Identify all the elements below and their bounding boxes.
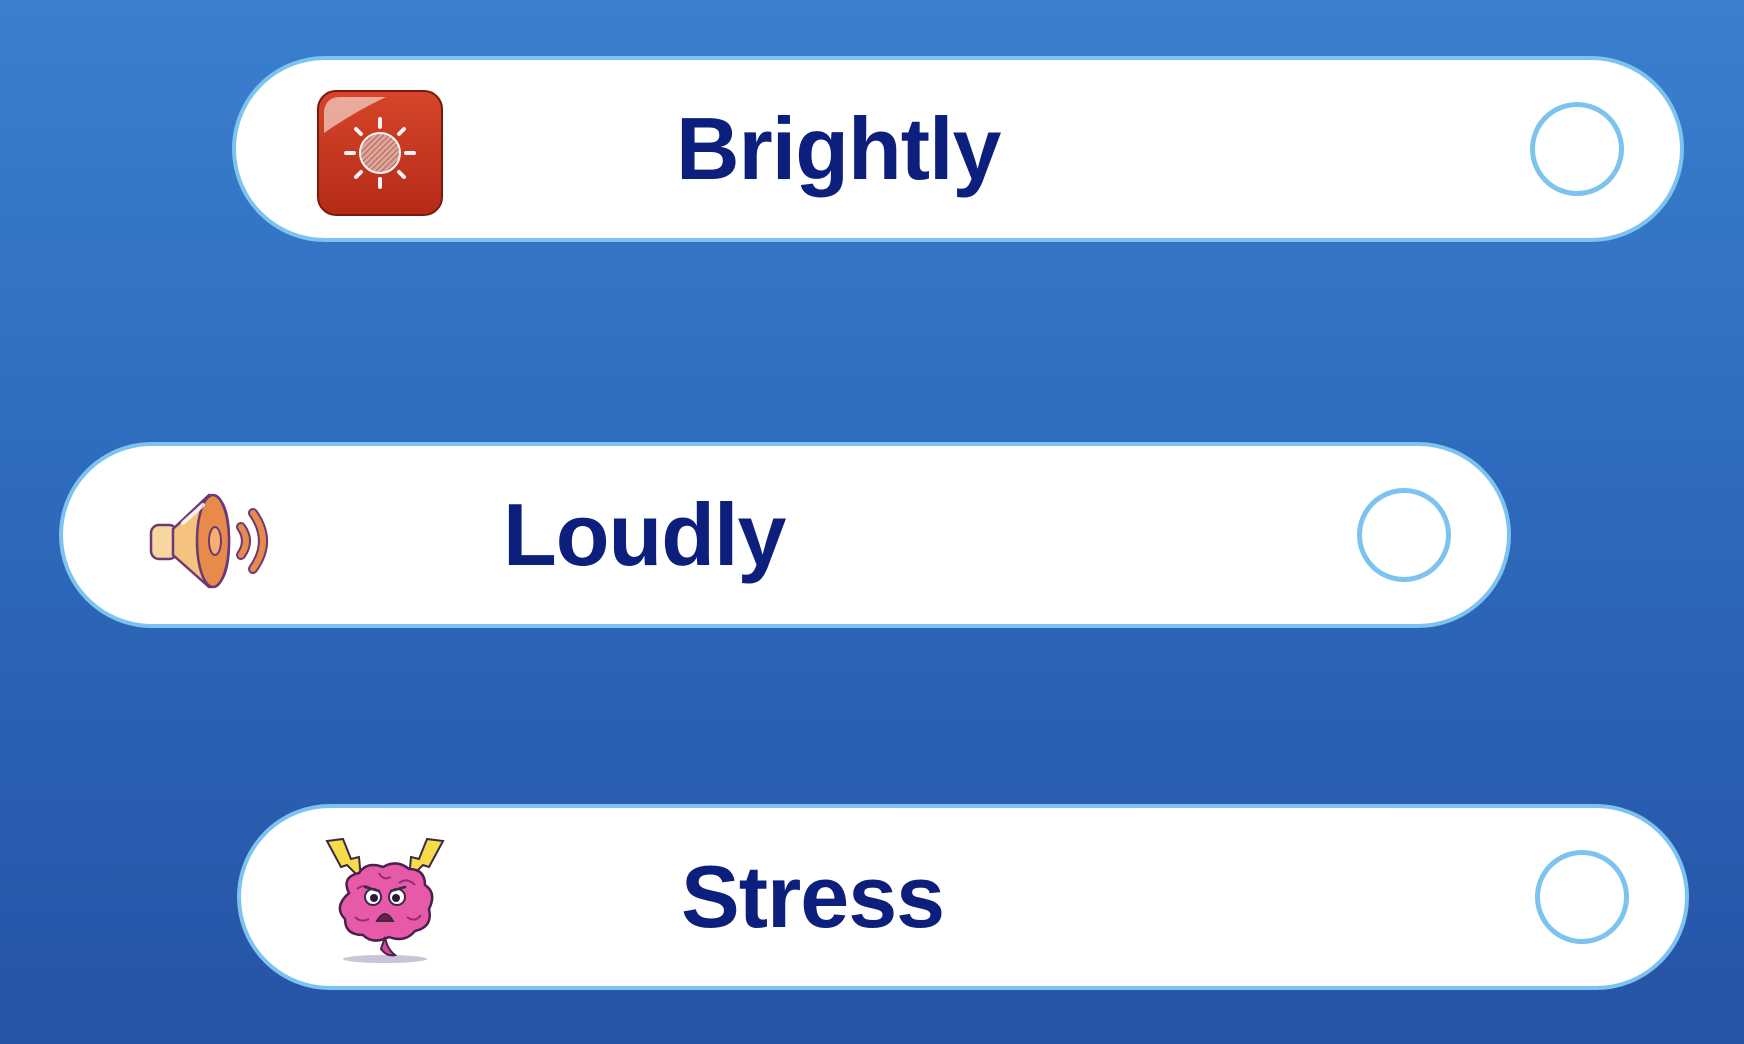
option-brightly[interactable]: Brightly [232, 56, 1684, 242]
brightness-sun-icon [316, 89, 444, 217]
option-label: Brightly [676, 99, 1001, 198]
radio-button[interactable] [1530, 102, 1624, 196]
option-label: Loudly [503, 485, 786, 584]
option-stress[interactable]: Stress [237, 804, 1689, 990]
option-label: Stress [681, 847, 945, 946]
radio-button[interactable] [1535, 850, 1629, 944]
option-loudly[interactable]: Loudly [59, 442, 1511, 628]
speaker-volume-icon [143, 475, 271, 603]
radio-button[interactable] [1357, 488, 1451, 582]
stressed-brain-icon [321, 837, 449, 965]
